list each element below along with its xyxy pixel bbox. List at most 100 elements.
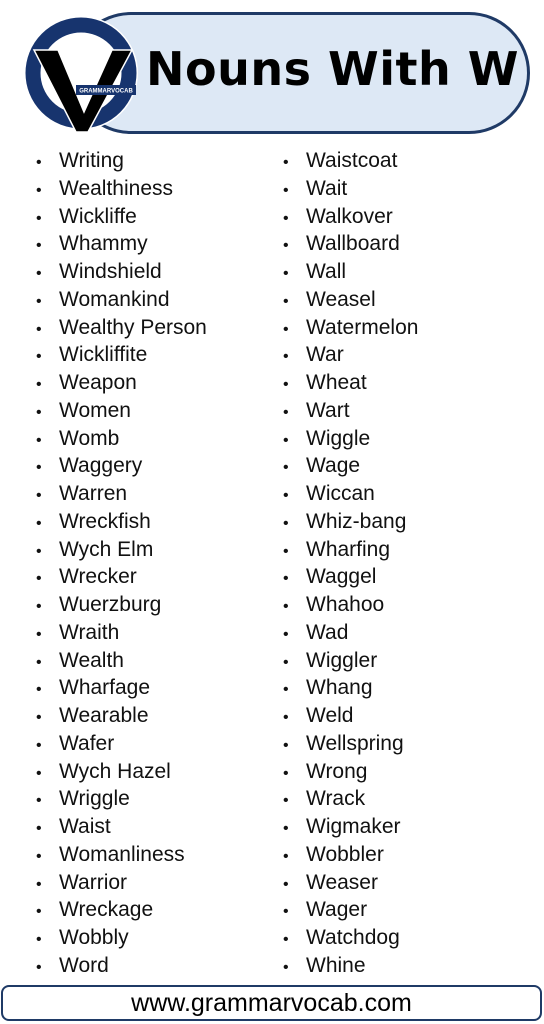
bullet-icon: • bbox=[36, 653, 42, 671]
noun-label: Whang bbox=[306, 676, 373, 700]
noun-label: Wart bbox=[306, 398, 350, 422]
list-item: • Wafer bbox=[36, 730, 207, 758]
bullet-icon: • bbox=[36, 875, 42, 893]
noun-label: Whine bbox=[306, 953, 366, 977]
list-item: • Wriggle bbox=[36, 785, 207, 813]
noun-label: Whahoo bbox=[306, 593, 385, 616]
bullet-icon: • bbox=[283, 265, 289, 282]
list-item: • Wobbly bbox=[36, 924, 207, 952]
bullet-icon: • bbox=[36, 209, 42, 227]
bullet-icon: • bbox=[36, 181, 42, 199]
list-item: • Wrack bbox=[283, 785, 418, 813]
bullet-icon: • bbox=[283, 958, 289, 976]
noun-label: Wellspring bbox=[306, 731, 404, 755]
bullet-icon: • bbox=[36, 958, 42, 976]
list-item: • Wallboard bbox=[283, 230, 418, 258]
list-item: • Wearable bbox=[36, 702, 207, 730]
list-item: • Word bbox=[36, 952, 207, 980]
bullet-icon: • bbox=[283, 903, 289, 921]
noun-list-left: • Writing • Wealthiness • Wickliffe • Whammy • Wi… bbox=[36, 147, 207, 980]
noun-label: Wealthiness bbox=[59, 176, 174, 200]
noun-label: Windshield bbox=[59, 260, 162, 283]
list-item: • Wart bbox=[283, 397, 418, 425]
noun-label: Wickliffe bbox=[59, 204, 137, 228]
list-item: • Whang bbox=[283, 674, 418, 702]
bullet-icon: • bbox=[283, 292, 289, 310]
noun-label: Wreckfish bbox=[59, 509, 151, 533]
bullet-icon: • bbox=[36, 376, 42, 393]
noun-label: Wobbler bbox=[306, 842, 384, 866]
list-item: • Wuerzburg bbox=[36, 591, 207, 619]
noun-label: Wall bbox=[306, 260, 347, 283]
bullet-icon: • bbox=[36, 431, 42, 449]
bullet-icon: • bbox=[36, 903, 42, 921]
list-item: • Weaser bbox=[283, 869, 418, 897]
noun-label: Wearable bbox=[59, 704, 149, 727]
list-item: • Whahoo bbox=[283, 591, 418, 619]
noun-label: Wrong bbox=[306, 759, 368, 783]
noun-label: Waistcoat bbox=[306, 149, 398, 172]
noun-label: Whammy bbox=[59, 232, 148, 256]
bullet-icon: • bbox=[283, 459, 289, 477]
bullet-icon: • bbox=[36, 154, 42, 171]
noun-label: Wiggler bbox=[306, 648, 378, 672]
bullet-icon: • bbox=[283, 209, 289, 227]
bullet-icon: • bbox=[283, 709, 289, 726]
noun-label: Writing bbox=[59, 149, 124, 172]
bullet-icon: • bbox=[283, 431, 289, 449]
bullet-icon: • bbox=[283, 320, 289, 338]
list-item: • Wiccan bbox=[283, 480, 418, 508]
noun-label: Womankind bbox=[59, 287, 170, 311]
bullet-icon: • bbox=[36, 625, 42, 643]
list-item: • Wealth bbox=[36, 647, 207, 675]
list-item: • Women bbox=[36, 397, 207, 425]
list-item: • Womb bbox=[36, 425, 207, 453]
list-item: • Windshield bbox=[36, 258, 207, 286]
list-item: • Wych Hazel bbox=[36, 758, 207, 786]
noun-label: Wraith bbox=[59, 620, 120, 644]
list-item: • Wrecker bbox=[36, 563, 207, 591]
noun-label: Wuerzburg bbox=[59, 593, 162, 616]
list-item: • Wheat bbox=[283, 369, 418, 397]
bullet-icon: • bbox=[283, 625, 289, 643]
bullet-icon: • bbox=[283, 653, 289, 671]
bullet-icon: • bbox=[36, 736, 42, 754]
bullet-icon: • bbox=[36, 542, 42, 560]
bullet-icon: • bbox=[283, 403, 289, 421]
grammarvocab-logo-icon: GRAMMARVOCAB bbox=[24, 16, 138, 133]
list-item: • Wych Elm bbox=[36, 536, 207, 564]
bullet-icon: • bbox=[36, 931, 42, 948]
noun-label: Wheat bbox=[306, 371, 367, 394]
noun-label: Whiz-bang bbox=[306, 509, 407, 533]
list-item: • Wraith bbox=[36, 619, 207, 647]
noun-label: Wickliffite bbox=[59, 343, 148, 367]
noun-label: Womb bbox=[59, 426, 120, 450]
list-item: • Wharfing bbox=[283, 536, 418, 564]
bullet-icon: • bbox=[283, 847, 289, 865]
bullet-icon: • bbox=[283, 376, 289, 393]
noun-label: Wealthy Person bbox=[59, 315, 207, 339]
list-item: • Wage bbox=[283, 452, 418, 480]
noun-label: Wage bbox=[306, 454, 361, 478]
list-item: • Warren bbox=[36, 480, 207, 508]
list-item: • Wealthiness bbox=[36, 175, 207, 203]
bullet-icon: • bbox=[36, 820, 42, 837]
bullet-icon: • bbox=[283, 237, 289, 255]
noun-label: Watermelon bbox=[306, 315, 419, 339]
noun-label: Waggery bbox=[59, 454, 143, 478]
list-item: • Whiz-bang bbox=[283, 508, 418, 536]
bullet-icon: • bbox=[36, 320, 42, 338]
bullet-icon: • bbox=[36, 348, 42, 366]
bullet-icon: • bbox=[36, 847, 42, 865]
noun-label: Weasel bbox=[306, 287, 376, 311]
bullet-icon: • bbox=[283, 931, 289, 948]
list-item: • Wickliffe bbox=[36, 203, 207, 231]
noun-label: Word bbox=[59, 953, 109, 977]
list-item: • Waggel bbox=[283, 563, 418, 591]
bullet-icon: • bbox=[283, 820, 289, 837]
list-item: • Waist bbox=[36, 813, 207, 841]
list-item: • Weapon bbox=[36, 369, 207, 397]
list-item: • Wreckfish bbox=[36, 508, 207, 536]
noun-label: Wealth bbox=[59, 648, 124, 672]
noun-label: Warrior bbox=[59, 870, 128, 894]
